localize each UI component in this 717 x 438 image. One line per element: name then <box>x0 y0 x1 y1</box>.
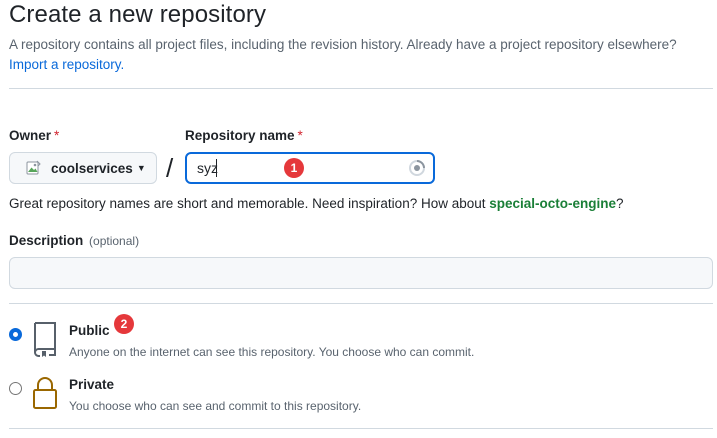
annotation-badge-1: 1 <box>284 158 304 178</box>
name-suggestion-link[interactable]: special-octo-engine <box>489 196 616 211</box>
description-label-text: Description <box>9 233 84 248</box>
lock-icon <box>31 376 59 415</box>
private-radio[interactable] <box>9 382 22 395</box>
divider <box>9 88 713 89</box>
required-mark: * <box>54 128 60 143</box>
subtitle-text: A repository contains all project files,… <box>9 37 677 52</box>
hint-text: Great repository names are short and mem… <box>9 196 490 211</box>
owner-label: Owner * <box>9 128 59 143</box>
loading-spinner-icon <box>409 160 425 181</box>
required-mark: * <box>297 128 303 143</box>
divider <box>9 303 713 304</box>
triangle-down-icon: ▼ <box>136 163 146 173</box>
repository-name-label: Repository name * <box>185 128 303 143</box>
description-input[interactable] <box>9 257 713 289</box>
public-option-title[interactable]: Public <box>69 323 110 338</box>
optional-tag: (optional) <box>89 234 140 248</box>
description-label: Description (optional) <box>9 233 139 248</box>
page-subtitle: A repository contains all project files,… <box>9 35 714 75</box>
text-cursor <box>216 159 217 177</box>
annotation-badge-2: 2 <box>114 314 134 334</box>
broken-image-icon <box>25 159 43 177</box>
private-option-title[interactable]: Private <box>69 377 114 392</box>
repository-name-hint: Great repository names are short and mem… <box>9 196 624 211</box>
private-option-description: You choose who can see and commit to thi… <box>69 399 362 413</box>
repository-name-label-text: Repository name <box>185 128 295 143</box>
owner-name: coolservices <box>51 160 133 176</box>
hint-suffix: ? <box>616 196 624 211</box>
owner-repo-separator: / <box>166 153 174 183</box>
divider <box>9 428 713 429</box>
public-option-description: Anyone on the internet can see this repo… <box>69 345 475 359</box>
repo-book-icon <box>31 321 59 362</box>
page-title: Create a new repository <box>9 1 267 28</box>
owner-select-button[interactable]: coolservices ▼ <box>9 152 157 184</box>
owner-label-text: Owner <box>9 128 52 143</box>
repository-name-input[interactable] <box>185 152 435 184</box>
import-repository-link[interactable]: Import a repository. <box>9 57 124 72</box>
public-radio[interactable] <box>9 328 22 341</box>
